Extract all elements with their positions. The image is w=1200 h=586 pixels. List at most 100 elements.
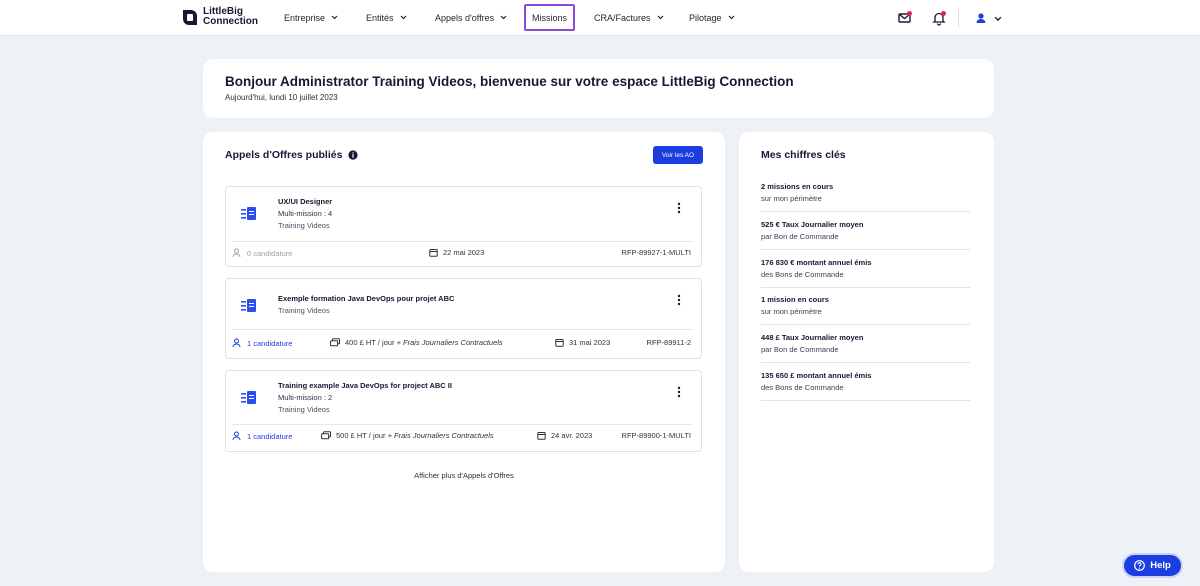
- calendar-icon: [555, 339, 564, 347]
- kpi-item: 135 650 £ montant annuel émis des Bons d…: [761, 363, 970, 401]
- offer-client: Training Videos: [278, 306, 330, 315]
- kpi-item: 1 mission en cours sur mon périmètre: [761, 287, 970, 325]
- candidatures-link[interactable]: 1 candidature: [232, 338, 292, 348]
- top-navigation: LittleBig Connection Entreprise Entités …: [0, 0, 1200, 36]
- divider: [232, 241, 693, 242]
- notification-dot: [907, 11, 912, 16]
- nav-cra-factures[interactable]: CRA/Factures: [588, 4, 670, 31]
- offer-rate-note: + Frais Journaliers Contractuels: [387, 431, 494, 440]
- help-icon: [1134, 560, 1146, 571]
- kpi-value: 2 missions en cours: [761, 182, 834, 191]
- money-icon: [321, 431, 331, 440]
- offer-reference: RFP-89900-1-MULTI: [621, 431, 691, 440]
- nav-pilotage[interactable]: Pilotage: [683, 4, 741, 31]
- welcome-date: Aujourd'hui, lundi 10 juillet 2023: [225, 93, 338, 102]
- chevron-down-icon: [331, 15, 338, 20]
- kpi-item: 525 € Taux Journalier moyen par Bon de C…: [761, 212, 970, 250]
- kpi-item: 2 missions en cours sur mon périmètre: [761, 174, 970, 212]
- chevron-down-icon: [728, 15, 734, 20]
- chevron-down-icon: [400, 15, 406, 20]
- candidatures-count: 0 candidature: [247, 248, 293, 258]
- kpi-label: par Bon de Commande: [761, 345, 839, 354]
- chevron-down-icon: [500, 15, 507, 20]
- user-icon: [232, 431, 241, 441]
- user-icon: [232, 338, 241, 348]
- user-icon: [232, 248, 241, 258]
- voir-ao-button[interactable]: Voir les AO: [653, 146, 703, 164]
- money-icon: [330, 338, 340, 347]
- kpi-label: sur mon périmètre: [761, 307, 822, 316]
- candidatures-link[interactable]: 0 candidature: [232, 248, 292, 258]
- nav-pilotage-label: Pilotage: [689, 12, 722, 23]
- nav-entreprise[interactable]: Entreprise: [278, 4, 344, 31]
- offer-title: Training example Java DevOps for project…: [278, 381, 452, 390]
- kpi-label: par Bon de Commande: [761, 232, 839, 241]
- kebab-menu-icon[interactable]: [677, 386, 681, 398]
- offer-title: UX/UI Designer: [278, 197, 333, 206]
- welcome-card: Bonjour Administrator Training Videos, b…: [203, 59, 994, 118]
- offer-date-text: 22 mai 2023: [443, 248, 485, 257]
- document-icon: [241, 299, 256, 312]
- brand-name: LittleBig Connection: [203, 7, 258, 27]
- offer-title: Exemple formation Java DevOps pour proje…: [278, 294, 455, 303]
- key-figures-card: Mes chiffres clés 2 missions en cours su…: [739, 132, 994, 572]
- info-icon[interactable]: [348, 150, 359, 160]
- key-figures-title: Mes chiffres clés: [761, 149, 846, 161]
- kpi-value: 176 830 € montant annuel émis: [761, 258, 872, 267]
- offer-reference: RFP-89911-2: [646, 338, 691, 347]
- kpi-label: sur mon périmètre: [761, 194, 822, 203]
- offer-client: Training Videos: [278, 221, 330, 230]
- offer-rate-text: 500 £ HT / jour: [336, 431, 386, 440]
- nav-appels-offres-label: Appels d'offres: [435, 12, 495, 23]
- divider: [232, 329, 693, 330]
- offers-card: Appels d'Offres publiés Voir les AO UX/U…: [203, 132, 725, 572]
- offer-date: 22 mai 2023: [429, 248, 484, 257]
- document-icon: [241, 207, 256, 220]
- help-button[interactable]: Help: [1122, 553, 1183, 578]
- welcome-title: Bonjour Administrator Training Videos, b…: [225, 74, 794, 89]
- mail-button[interactable]: [896, 9, 914, 27]
- offer-rate: 400 £ HT / jour + Frais Journaliers Cont…: [330, 338, 503, 347]
- document-icon: [241, 391, 256, 404]
- offers-title: Appels d'Offres publiés: [225, 149, 359, 161]
- kpi-value: 525 € Taux Journalier moyen: [761, 220, 864, 229]
- offer-rate: 500 £ HT / jour + Frais Journaliers Cont…: [321, 431, 494, 440]
- offer-multi: Multi-mission : 2: [278, 393, 333, 402]
- candidatures-count: 1 candidature: [247, 338, 293, 348]
- offer-date-text: 24 avr. 2023: [551, 431, 593, 440]
- nav-entites[interactable]: Entités: [360, 4, 413, 31]
- kebab-menu-icon[interactable]: [677, 294, 681, 306]
- notification-dot: [941, 11, 946, 16]
- kpi-label: des Bons de Commande: [761, 383, 844, 392]
- chevron-down-icon: [994, 16, 1002, 22]
- offer-rate-note: + Frais Journaliers Contractuels: [396, 338, 503, 347]
- offer-rate-text: 400 £ HT / jour: [345, 338, 395, 347]
- calendar-icon: [429, 249, 438, 257]
- logo-icon: [180, 8, 199, 27]
- kebab-menu-icon[interactable]: [677, 202, 681, 214]
- offer-card[interactable]: Exemple formation Java DevOps pour proje…: [225, 278, 702, 359]
- nav-entreprise-label: Entreprise: [284, 12, 326, 23]
- chevron-down-icon: [657, 15, 663, 20]
- notifications-button[interactable]: [930, 9, 948, 27]
- offer-reference: RFP-89927-1-MULTI: [621, 248, 691, 257]
- kpi-item: 448 £ Taux Journalier moyen par Bon de C…: [761, 325, 970, 363]
- nav-missions[interactable]: Missions: [524, 4, 575, 31]
- offer-client: Training Videos: [278, 405, 330, 414]
- offer-card[interactable]: Training example Java DevOps for project…: [225, 370, 702, 452]
- offer-footer: 0 candidature 22 mai 2023 RFP-89927-1-MU…: [226, 248, 701, 264]
- nav-entites-label: Entités: [366, 12, 394, 23]
- divider: [232, 424, 693, 425]
- kpi-value: 135 650 £ montant annuel émis: [761, 371, 872, 380]
- user-icon: [976, 13, 986, 23]
- brand-logo[interactable]: LittleBig Connection: [180, 7, 258, 27]
- nav-appels-offres[interactable]: Appels d'offres: [429, 4, 513, 31]
- candidatures-link[interactable]: 1 candidature: [232, 431, 292, 441]
- brand-line2: Connection: [203, 16, 258, 27]
- show-more-offers-link[interactable]: Afficher plus d'Appels d'Offres: [203, 471, 725, 480]
- offer-card[interactable]: UX/UI Designer Multi-mission : 4 Trainin…: [225, 186, 702, 267]
- user-menu-button[interactable]: [972, 9, 1004, 27]
- offer-date-text: 31 mai 2023: [569, 338, 611, 347]
- offer-multi: Multi-mission : 4: [278, 209, 333, 218]
- kpi-item: 176 830 € montant annuel émis des Bons d…: [761, 250, 970, 288]
